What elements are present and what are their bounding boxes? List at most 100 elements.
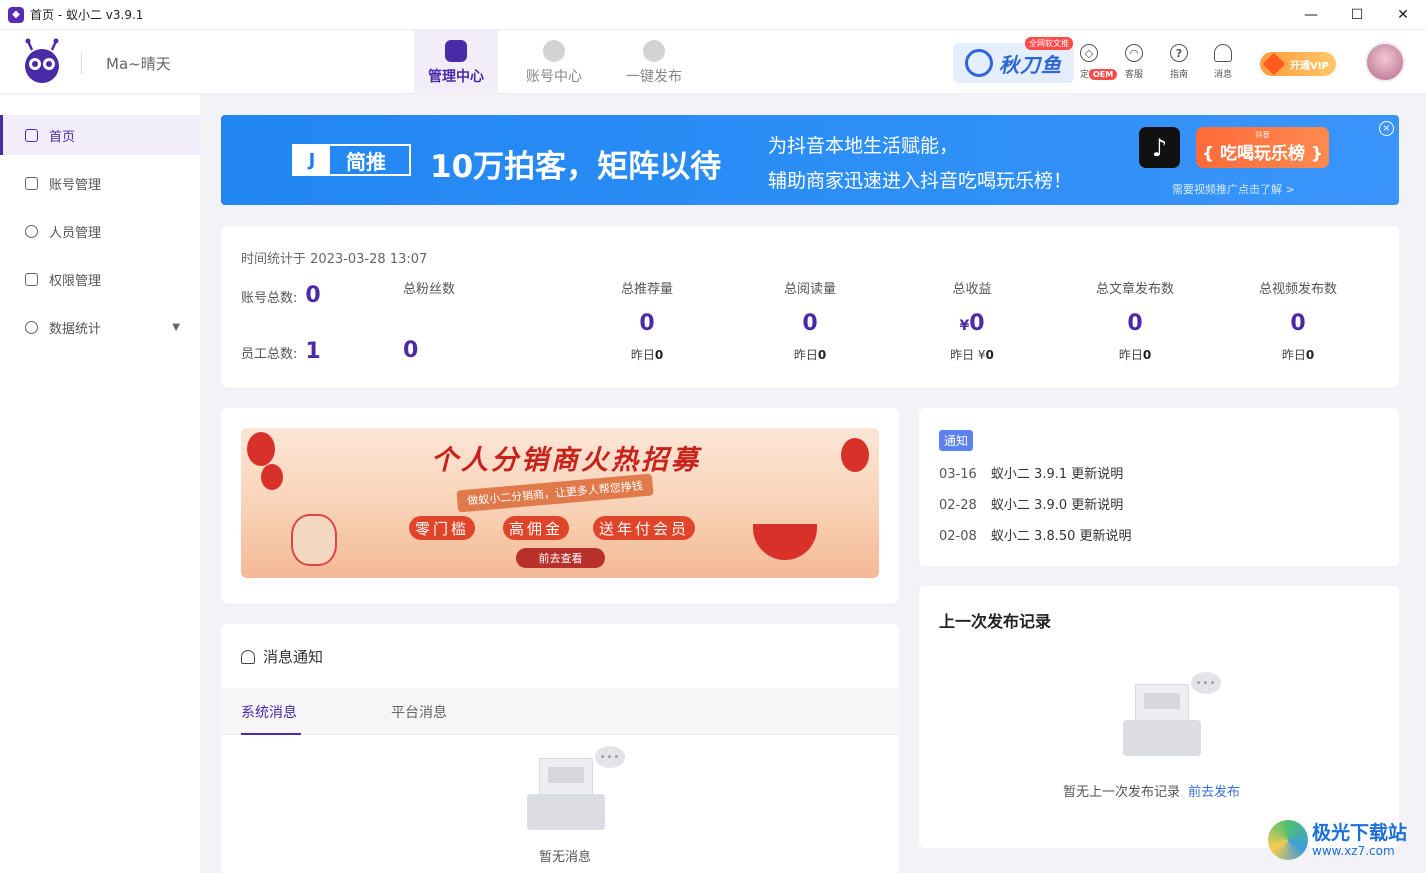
account-total: 账号总数: 0 bbox=[241, 283, 321, 308]
empty-inbox-icon: ••• bbox=[523, 746, 625, 834]
yesterday-value: 0 bbox=[654, 348, 664, 362]
notice-tag: 通知 bbox=[939, 430, 974, 451]
sidebar-item-label: 首页 bbox=[49, 129, 76, 145]
vip-label: 开通VIP bbox=[1290, 60, 1329, 72]
notice-date: 02-08 bbox=[939, 529, 977, 544]
messages-title: 消息通知 bbox=[263, 648, 324, 666]
home-icon bbox=[25, 128, 38, 142]
minimize-button[interactable]: — bbox=[1288, 0, 1334, 30]
money-bowl-icon bbox=[753, 524, 817, 560]
app-logo bbox=[25, 38, 59, 83]
vip-diamond-icon bbox=[1262, 52, 1286, 76]
notice-item[interactable]: 03-16 蚁小二 3.9.1 更新说明 bbox=[939, 463, 1123, 482]
notice-item[interactable]: 02-28 蚁小二 3.9.0 更新说明 bbox=[939, 494, 1123, 513]
chat-bubble-icon: ••• bbox=[1191, 672, 1221, 694]
banner-subline-2: 辅助商家迅速进入抖音吃喝玩乐榜！ bbox=[768, 170, 1073, 192]
promo-subtitle: 做蚁小二分销商，让更多人帮您挣钱 bbox=[456, 473, 654, 513]
open-vip-button[interactable]: 开通VIP bbox=[1260, 52, 1336, 76]
messages-card: 消息通知 系统消息 平台消息 ••• 暂无消息 bbox=[221, 624, 899, 873]
jiantui-ad-banner[interactable]: J 简推 10万拍客，矩阵以待 为抖音本地生活赋能， 辅助商家迅速进入抖音吃喝玩… bbox=[221, 115, 1399, 205]
currency-symbol: ¥ bbox=[959, 318, 970, 334]
chart-icon bbox=[25, 320, 38, 334]
tab-system-messages[interactable]: 系统消息 bbox=[241, 702, 301, 735]
sidebar-item-label: 人员管理 bbox=[49, 225, 102, 241]
window-title: 首页 - 蚁小二 v3.9.1 bbox=[30, 8, 144, 22]
stat-yesterday: 昨日 ¥0 bbox=[912, 346, 1032, 363]
fans-total-value: 0 bbox=[403, 338, 419, 363]
chihe-badge: 抖音 { 吃喝玩乐榜 } bbox=[1196, 127, 1329, 168]
promo-pill: 零门槛 bbox=[409, 516, 476, 540]
user-name[interactable]: Ma~晴天 bbox=[106, 53, 171, 74]
notice-text: 蚁小二 3.9.0 更新说明 bbox=[990, 498, 1124, 513]
nav-tab-publish[interactable]: 一键发布 bbox=[612, 30, 696, 94]
jiantui-brand: 简推 bbox=[346, 149, 386, 174]
promo-view-button[interactable]: 前去查看 bbox=[516, 548, 605, 568]
header-divider bbox=[81, 52, 82, 74]
go-publish-link[interactable]: 前去发布 bbox=[1188, 785, 1240, 800]
notice-item[interactable]: 02-08 蚁小二 3.8.50 更新说明 bbox=[939, 525, 1132, 544]
notice-text: 蚁小二 3.9.1 更新说明 bbox=[990, 467, 1124, 482]
sidebar-item-staff[interactable]: 人员管理 bbox=[0, 211, 200, 251]
lantern-icon bbox=[247, 432, 275, 466]
stat-label: 总阅读量 bbox=[783, 282, 836, 297]
stat-label: 总推荐量 bbox=[620, 282, 673, 297]
nav-tab-management[interactable]: 管理中心 bbox=[414, 30, 498, 94]
stat-income: 总收益 ¥0 昨日 ¥0 bbox=[912, 278, 1032, 363]
fans-total-label: 总粉丝数 bbox=[403, 282, 456, 297]
watermark-name: 极光下载站 bbox=[1312, 822, 1408, 844]
stat-label: 总视频发布数 bbox=[1258, 282, 1337, 297]
jiantui-mark-icon: J bbox=[294, 146, 330, 174]
lantern-icon bbox=[841, 438, 869, 472]
last-publish-title: 上一次发布记录 bbox=[939, 612, 1052, 631]
sidebar-item-permissions[interactable]: 权限管理 bbox=[0, 259, 200, 299]
empty-tray bbox=[1123, 720, 1201, 756]
stat-yesterday: 昨日0 bbox=[587, 346, 707, 363]
site-watermark: 极光下载站 www.xz7.com bbox=[1268, 820, 1407, 860]
management-center-icon bbox=[445, 40, 467, 62]
qiudaoyu-promo-button[interactable]: 秋刀鱼 全网软文推 bbox=[953, 37, 1074, 83]
customize-icon: ◇ bbox=[1080, 44, 1098, 62]
yesterday-label: 昨日 bbox=[793, 348, 818, 362]
promo-pill: 高佣金 bbox=[503, 516, 570, 540]
guide-button[interactable]: ? 指南 bbox=[1162, 44, 1196, 80]
qiudaoyu-logo-icon bbox=[965, 49, 993, 77]
sidebar-item-statistics[interactable]: 数据统计 ▼ bbox=[0, 307, 200, 347]
stat-value: 0 bbox=[1290, 311, 1306, 336]
distributor-promo-banner[interactable]: 个人分销商火热招募 做蚁小二分销商，让更多人帮您挣钱 零门槛 高佣金 送年付会员… bbox=[241, 428, 879, 578]
lock-icon bbox=[25, 272, 38, 286]
sidebar-item-label: 数据统计 bbox=[49, 321, 102, 337]
tab-platform-messages[interactable]: 平台消息 bbox=[391, 702, 447, 722]
stat-recommend: 总推荐量 0 昨日0 bbox=[587, 278, 707, 363]
oem-badge: OEM bbox=[1089, 69, 1118, 80]
employee-total-value: 1 bbox=[305, 339, 321, 364]
bell-icon bbox=[241, 649, 255, 664]
guide-label: 指南 bbox=[1169, 70, 1188, 80]
sidebar-item-accounts[interactable]: 账号管理 bbox=[0, 163, 200, 203]
nav-tab-label: 管理中心 bbox=[428, 69, 484, 85]
banner-subline-1: 为抖音本地生活赋能， bbox=[768, 135, 959, 157]
watermark-url: www.xz7.com bbox=[1312, 844, 1395, 858]
sidebar-item-home[interactable]: 首页 bbox=[0, 115, 200, 155]
qiudaoyu-logo-text: 秋刀鱼 bbox=[999, 52, 1062, 77]
stat-value: 0 bbox=[1127, 311, 1143, 336]
stat-yesterday: 昨日0 bbox=[1075, 346, 1195, 363]
yesterday-value: 0 bbox=[1305, 348, 1315, 362]
banner-close-icon[interactable]: × bbox=[1379, 121, 1394, 136]
grid-icon bbox=[25, 176, 38, 190]
app-header: Ma~晴天 管理中心 账号中心 一键发布 秋刀鱼 全网软文推 ◇ 定制 OEM … bbox=[0, 30, 1426, 94]
banner-learn-more-link[interactable]: 需要视频推广点击了解 > bbox=[1172, 181, 1295, 197]
user-avatar[interactable] bbox=[1365, 42, 1405, 82]
messages-button[interactable]: 消息 bbox=[1206, 44, 1240, 80]
close-window-button[interactable]: ✕ bbox=[1380, 0, 1426, 30]
yesterday-label: 昨日 bbox=[1281, 348, 1306, 362]
stat-value: ¥0 bbox=[912, 311, 1032, 336]
stats-timestamp: 时间统计于 2023-03-28 13:07 bbox=[241, 252, 428, 267]
stat-label: 总文章发布数 bbox=[1095, 282, 1174, 297]
account-center-icon bbox=[543, 40, 565, 62]
yesterday-value: 0 bbox=[817, 348, 827, 362]
notice-date: 03-16 bbox=[939, 467, 977, 482]
empty-tray bbox=[527, 794, 605, 830]
maximize-button[interactable]: ☐ bbox=[1334, 0, 1380, 30]
nav-tab-accounts[interactable]: 账号中心 bbox=[512, 30, 596, 94]
support-button[interactable]: ◠ 客服 bbox=[1117, 44, 1151, 80]
